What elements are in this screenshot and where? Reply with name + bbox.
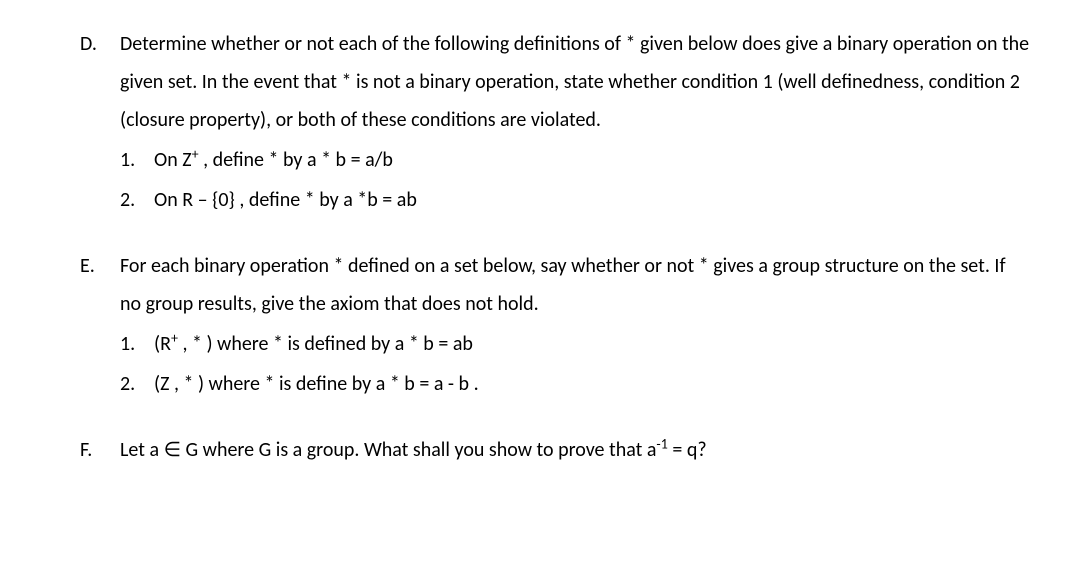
problem-e: E. For each binary operation * defined o… [80,247,1030,403]
element-of-symbol: ∈ [164,439,181,461]
text-fragment: On Z [154,148,192,172]
problem-e-item-1-text: (R+ , * ) where * is defined by a * b = … [154,325,1030,363]
problem-f: F. Let a ∈ G where G is a group. What sh… [80,431,1030,469]
problem-f-marker: F. [80,431,120,469]
problem-d-item-2-text: On R – {0} , define * by a *b = ab [154,181,1030,219]
text-fragment: = q? [668,438,707,462]
problem-d-item-1-text: On Z+ , define * by a * b = a/b [154,141,1030,179]
text-fragment: , * ) where * is defined by a * b = ab [178,332,473,356]
problem-d-item-1-marker: 1. [120,141,154,179]
problem-e-item-2-text: (Z , * ) where * is define by a * b = a … [154,365,1030,403]
problem-e-marker: E. [80,247,120,403]
problem-d: D. Determine whether or not each of the … [80,25,1030,219]
text-fragment: , define * by a * b = a/b [199,148,393,172]
text-fragment: (R [154,332,171,356]
problem-d-marker: D. [80,25,120,219]
problem-e-item-2: 2. (Z , * ) where * is define by a * b =… [120,365,1030,403]
problem-d-body: Determine whether or not each of the fol… [120,25,1030,219]
superscript: + [192,145,199,162]
problem-f-text: Let a ∈ G where G is a group. What shall… [120,438,707,462]
text-fragment: Let a [120,438,164,462]
superscript: -1 [656,435,667,452]
problem-e-intro: For each binary operation * defined on a… [120,247,1030,323]
problem-d-item-1: 1. On Z+ , define * by a * b = a/b [120,141,1030,179]
problem-e-item-1-marker: 1. [120,325,154,363]
problem-d-item-2-marker: 2. [120,181,154,219]
problem-e-body: For each binary operation * defined on a… [120,247,1030,403]
problem-d-intro: Determine whether or not each of the fol… [120,25,1030,139]
problem-f-body: Let a ∈ G where G is a group. What shall… [120,431,1030,469]
problem-e-item-1: 1. (R+ , * ) where * is defined by a * b… [120,325,1030,363]
problem-e-item-2-marker: 2. [120,365,154,403]
text-fragment: G where G is a group. What shall you sho… [181,438,656,462]
superscript: + [171,329,178,346]
problem-d-item-2: 2. On R – {0} , define * by a *b = ab [120,181,1030,219]
